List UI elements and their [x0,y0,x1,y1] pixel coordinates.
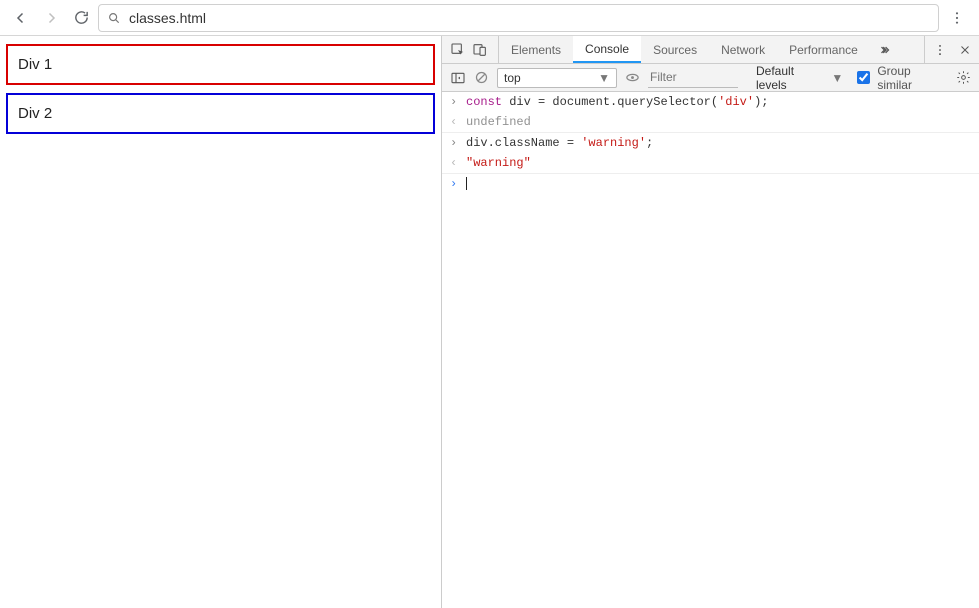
nav-back-button[interactable] [8,5,34,31]
console-input-line: › div.className = 'warning'; [442,133,979,153]
console-code: const div = document.querySelector('div'… [466,95,768,109]
execution-context-value: top [504,71,521,85]
browser-menu-button[interactable] [943,10,971,26]
inspect-element-icon[interactable] [450,42,466,58]
devtools-close-button[interactable] [959,44,971,56]
device-toggle-icon[interactable] [472,42,488,58]
console-result: undefined [466,115,531,129]
console-sidebar-toggle-icon[interactable] [450,70,466,86]
console-settings-icon[interactable] [956,70,971,85]
log-levels-select[interactable]: Default levels ▼ [754,68,845,88]
page-div-2: Div 2 [6,93,435,134]
main-split: Div 1 Div 2 Elements Console Sources Net… [0,36,979,608]
console-result: "warning" [466,156,531,170]
devtools-panel: Elements Console Sources Network Perform… [441,36,979,608]
live-expression-icon[interactable] [625,70,640,85]
rendered-page: Div 1 Div 2 [0,36,441,608]
execution-context-select[interactable]: top ▼ [497,68,617,88]
console-code: div.className = 'warning'; [466,136,653,150]
console-prompt-line[interactable]: › [442,174,979,195]
input-chevron-icon: › [450,95,460,109]
output-chevron-icon: ‹ [450,115,460,129]
browser-toolbar [0,0,979,36]
console-prompt[interactable] [466,177,467,192]
log-levels-value: Default levels [756,64,827,92]
nav-forward-button[interactable] [38,5,64,31]
prompt-chevron-icon: › [450,177,460,191]
url-input[interactable] [127,9,930,27]
page-div-1: Div 1 [6,44,435,85]
group-similar-label: Group similar [877,64,948,92]
reload-button[interactable] [68,5,94,31]
tab-console[interactable]: Console [573,36,641,63]
tabs-overflow-button[interactable] [870,36,900,63]
console-input-line: › const div = document.querySelector('di… [442,92,979,112]
console-toolbar: top ▼ Default levels ▼ Group similar [442,64,979,92]
dropdown-arrow-icon: ▼ [598,71,610,85]
address-bar[interactable] [98,4,939,32]
dropdown-arrow-icon: ▼ [831,71,843,85]
group-similar-input[interactable] [857,71,870,84]
tab-performance[interactable]: Performance [777,36,870,63]
tab-elements[interactable]: Elements [499,36,573,63]
console-filter-input[interactable] [648,68,738,88]
output-chevron-icon: ‹ [450,156,460,170]
input-chevron-icon: › [450,136,460,150]
tab-sources[interactable]: Sources [641,36,709,63]
console-output-line: ‹ "warning" [442,153,979,174]
devtools-trail-icons [924,36,979,63]
devtools-tab-bar: Elements Console Sources Network Perform… [442,36,979,64]
group-similar-checkbox[interactable]: Group similar [853,64,948,92]
tab-network[interactable]: Network [709,36,777,63]
console-output-line: ‹ undefined [442,112,979,133]
console-body[interactable]: › const div = document.querySelector('di… [442,92,979,608]
search-icon [107,11,121,25]
clear-console-button[interactable] [474,70,489,85]
devtools-menu-button[interactable] [933,43,947,57]
devtools-lead-icons [442,36,499,63]
